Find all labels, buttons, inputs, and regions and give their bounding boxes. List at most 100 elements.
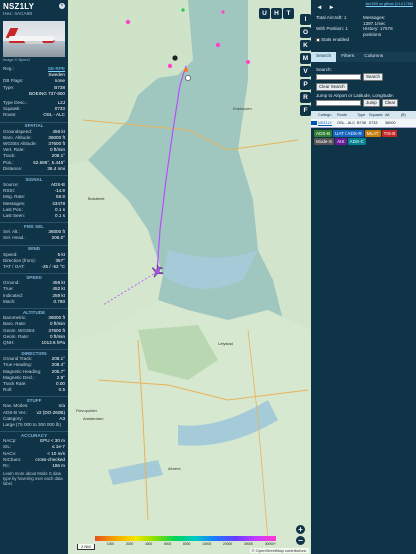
row-route: OSL - ALC	[337, 121, 356, 125]
map-button-r[interactable]: R	[300, 92, 311, 103]
info-row: Roll: 0.5	[0, 387, 68, 393]
tab-filters[interactable]: Filters	[336, 52, 359, 62]
map-button-h[interactable]: H	[271, 8, 282, 19]
aircraft-photo[interactable]	[3, 21, 65, 57]
zoom-in-button[interactable]: +	[296, 525, 305, 534]
altitude-labels: 1000 2000 4000 6000 8000 10000 20000 300…	[95, 542, 276, 546]
tab-search[interactable]: Search	[311, 52, 337, 62]
with-position-label: With Position:	[316, 26, 345, 32]
map-button-t[interactable]: T	[283, 8, 294, 19]
detail-sections: SPATIAL Groundspeed: 456 kt Baro. Altitude:…	[0, 121, 68, 489]
alt-label: 6000	[163, 542, 172, 546]
row-squawk: 0733	[369, 121, 378, 125]
receiver-marker[interactable]	[125, 19, 131, 25]
zoom-out-button[interactable]: −	[296, 536, 305, 545]
col-route[interactable]: Route	[336, 111, 356, 119]
section-title-accuracy: ACCURACY	[0, 431, 68, 438]
row-key[interactable]: Sel. Head.:	[3, 235, 26, 241]
receiver-marker[interactable]	[172, 55, 178, 61]
aircraft-callsign: NSZ1LY	[3, 2, 35, 11]
row-value: 1013.6 hPa	[41, 339, 65, 345]
alt-label: 40000+	[264, 542, 276, 546]
map-canvas[interactable]: Bulsbeek Enkhuizen Lelystad Amsterdam Al…	[68, 0, 311, 554]
alt-label: 20000	[223, 542, 233, 546]
place-label: Lelystad	[218, 341, 233, 346]
row-type: B738	[357, 121, 366, 125]
row-value: BOEING 737-800	[28, 90, 65, 96]
tar1090-github-link[interactable]: tar1090 on github (3.14.1756)	[366, 2, 413, 6]
expand-right-icon[interactable]: ▸	[326, 2, 337, 13]
row-key[interactable]: TAT / OAT:	[3, 264, 25, 270]
tab-columns[interactable]: Columns	[359, 52, 388, 62]
row-value: -25 / -52 °C	[41, 264, 65, 270]
stats-checkbox[interactable]	[316, 38, 320, 43]
clear-search-button[interactable]: Clear Search	[316, 83, 348, 91]
aircraft-table-header: Callsign Route Type Squawk Alt. (ft)	[311, 111, 416, 119]
info-row-route: Route: OSL - ALC	[0, 112, 68, 118]
row-key[interactable]: Distance:	[3, 166, 22, 172]
info-row: Mach: 0.780	[0, 299, 68, 305]
search-panel: Search: Search Clear Search Jump to Airp…	[316, 67, 412, 109]
row-key[interactable]: QNH:	[3, 340, 14, 346]
section-title-speed: SPEED	[0, 273, 68, 280]
source-chip[interactable]: TIS-B	[381, 130, 398, 137]
col-type[interactable]: Type	[356, 111, 368, 119]
alt-label: 30000	[243, 542, 254, 546]
land-north-holland	[68, 0, 193, 165]
receiver-marker[interactable]	[184, 68, 188, 72]
search-input[interactable]	[316, 74, 361, 80]
info-row: TAT / OAT: -25 / -52 °C	[0, 264, 68, 270]
site-marker[interactable]	[185, 75, 191, 81]
source-chip[interactable]: UAT / ADS-R	[333, 130, 364, 137]
altitude-legend	[95, 536, 276, 541]
table-row[interactable]: NSZ1LY OSL - ALC B738 0733 36000	[311, 119, 416, 128]
source-chip[interactable]: MLAT	[364, 130, 381, 137]
stats-label: Stats enabled	[321, 37, 350, 43]
clear-button[interactable]: Clear	[381, 99, 399, 107]
map-button-o[interactable]: O	[300, 27, 311, 38]
row-key[interactable]: Last Seen:	[3, 213, 25, 219]
map-button-u[interactable]: U	[259, 8, 270, 19]
receiver-marker[interactable]	[221, 10, 225, 14]
row-value: 206.0°	[51, 235, 65, 241]
map-view[interactable]: Bulsbeek Enkhuizen Lelystad Amsterdam Al…	[68, 0, 311, 554]
col-alt[interactable]: Alt.	[384, 111, 400, 119]
receiver-marker[interactable]	[181, 8, 185, 12]
row-key[interactable]: Mach:	[3, 299, 16, 305]
map-button-p[interactable]: P	[300, 79, 311, 90]
info-row: Large (75 000 to 300 000 lb)	[0, 422, 68, 428]
close-icon[interactable]: ×	[59, 3, 65, 9]
row-callsign[interactable]: NSZ1LY	[317, 119, 336, 127]
map-button-v[interactable]: V	[300, 66, 311, 77]
row-value: 36.4 nmi	[47, 165, 65, 171]
map-button-i[interactable]: I	[300, 14, 311, 25]
map-button-k[interactable]: K	[300, 40, 311, 51]
map-button-m[interactable]: M	[300, 53, 311, 64]
collapse-left-icon[interactable]: ◂	[314, 2, 325, 13]
search-button[interactable]: Search	[363, 73, 383, 81]
map-side-toolbar: I O K M V P R F	[300, 14, 311, 118]
row-key[interactable]: Roll:	[3, 387, 12, 393]
alt-label: 1000	[106, 542, 115, 546]
jump-button[interactable]: Jump	[363, 99, 380, 107]
row-key[interactable]: Rc:	[3, 463, 10, 469]
place-label: Almere	[168, 466, 181, 471]
section-title-spatial: SPATIAL	[0, 121, 68, 129]
jump-input[interactable]	[316, 100, 361, 106]
source-chip[interactable]: ADS-C	[347, 138, 366, 145]
row-value: 0.1 s	[55, 213, 65, 219]
map-attribution[interactable]: © OpenStreetMap contributors.	[249, 548, 309, 553]
row-key[interactable]: Large (75 000 to 300 000 lb)	[3, 422, 61, 428]
receiver-marker[interactable]	[167, 63, 173, 69]
col-squawk[interactable]: Squawk	[368, 111, 384, 119]
info-row: Distance: 36.4 nmi	[0, 166, 68, 172]
aircraft-info-panel: NSZ1LY Hex: 4ACA88 × Image © BjornO Reg.…	[0, 0, 68, 554]
source-chip[interactable]: Mode-S	[314, 138, 335, 145]
source-chip[interactable]: AIS	[335, 138, 347, 145]
total-aircraft-value: 1	[343, 15, 347, 20]
map-button-f[interactable]: F	[300, 105, 311, 116]
source-chip[interactable]: ADS-B	[314, 130, 333, 137]
receiver-marker[interactable]	[215, 42, 221, 48]
receiver-marker[interactable]	[246, 60, 250, 64]
col-callsign[interactable]: Callsign	[317, 111, 336, 119]
